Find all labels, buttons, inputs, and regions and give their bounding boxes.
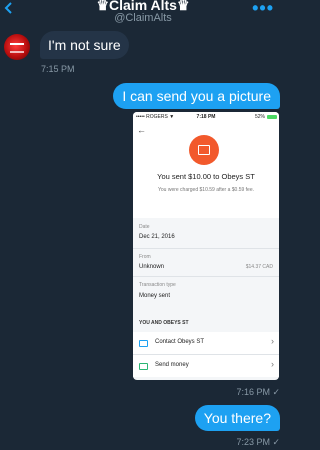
message-timestamp: 7:16 PM ✓ [236, 387, 280, 397]
chevron-right-icon: › [271, 359, 274, 369]
message-bubble-incoming: I'm not sure [40, 31, 129, 59]
from-label: From [139, 254, 151, 260]
phone-status-bar: ••••• ROGERS ▼ 7:18 PM 52% [133, 112, 279, 122]
back-arrow-icon: ← [137, 125, 146, 135]
from-amount: $14.37 CAD [245, 264, 273, 270]
conversation-header: ♛Claim Alts♛ @ClaimAlts ••• [0, 0, 286, 26]
money-icon [139, 363, 148, 370]
message-icon [139, 340, 148, 347]
avatar[interactable] [4, 34, 30, 60]
send-money-row: Send money › [133, 355, 279, 377]
chevron-right-icon: › [271, 336, 274, 346]
type-label: Transaction type [139, 282, 176, 288]
payment-title: You sent $10.00 to Obeys ST [157, 172, 255, 181]
message-timestamp: 7:23 PM ✓ [236, 437, 280, 447]
divider [133, 276, 279, 277]
date-value: Dec 21, 2016 [139, 234, 175, 240]
more-options-icon[interactable]: ••• [252, 0, 274, 17]
message-bubble-outgoing: You there? [194, 405, 280, 431]
payment-icon-circle [189, 135, 219, 165]
contact-row: Contact Obeys ST › [133, 332, 279, 354]
divider [133, 248, 279, 249]
message-timestamp: 7:15 PM [41, 64, 75, 74]
attached-screenshot-image[interactable]: ••••• ROGERS ▼ 7:18 PM 52% ← You sent $1… [133, 112, 279, 380]
date-label: Date [139, 224, 150, 230]
conversation-handle: @ClaimAlts [114, 12, 172, 24]
payment-summary: ← You sent $10.00 to Obeys ST You were c… [133, 122, 279, 218]
battery-icon [267, 115, 277, 119]
contact-label: Contact Obeys ST [155, 339, 205, 345]
avatar-logo-icon [10, 43, 24, 53]
send-money-label: Send money [155, 362, 189, 368]
payment-details: Date Dec 21, 2016 From Unknown $14.37 CA… [133, 218, 279, 304]
receipt-icon [198, 145, 210, 155]
battery-percent: 52% [254, 114, 265, 120]
section-heading: YOU AND OBEYS ST [139, 320, 189, 326]
type-value: Money sent [139, 293, 171, 299]
message-bubble-outgoing: I can send you a picture [113, 83, 280, 109]
from-value: Unknown [139, 264, 165, 270]
payment-fee-text: You were charged $10.59 after a $0.59 fe… [158, 187, 254, 193]
